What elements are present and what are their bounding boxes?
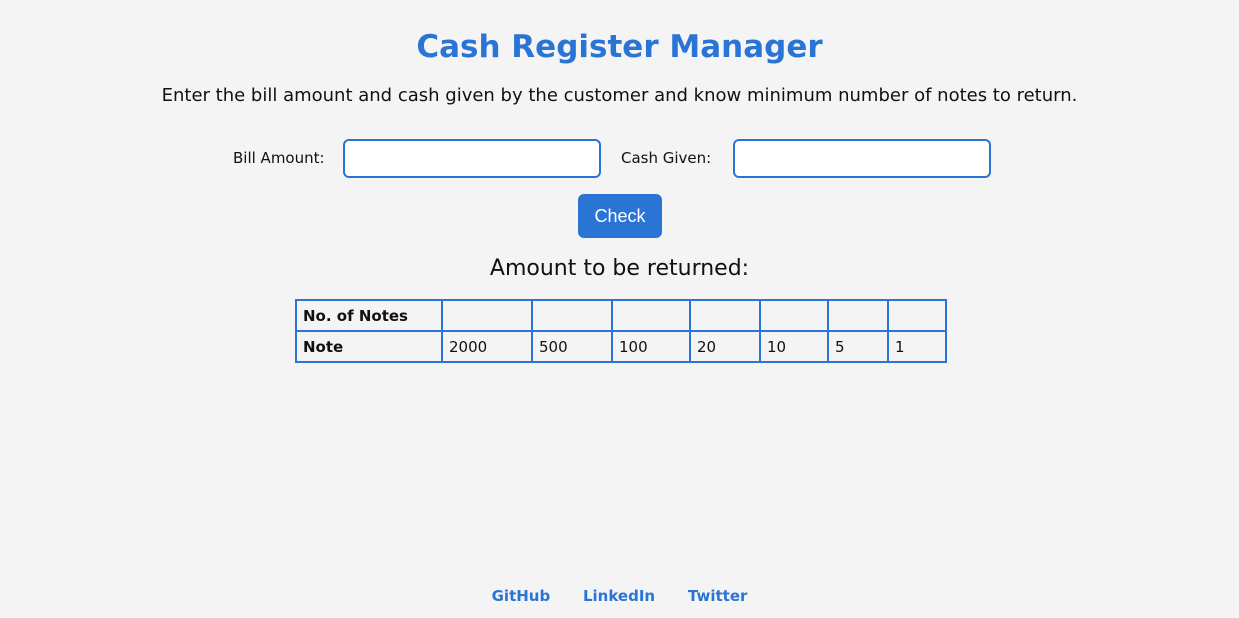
- amount-returned-heading: Amount to be returned:: [489, 256, 750, 281]
- github-link[interactable]: GitHub: [492, 587, 551, 605]
- row-label: Note: [295, 330, 443, 363]
- linkedin-link[interactable]: LinkedIn: [583, 587, 655, 605]
- table-cell: [611, 299, 691, 332]
- table-cell: 1: [887, 330, 947, 363]
- table-cell: [441, 299, 533, 332]
- table-cell: 5: [827, 330, 889, 363]
- cash-given-label: Cash Given:: [621, 149, 712, 167]
- table-cell: [887, 299, 947, 332]
- table-cell: [531, 299, 613, 332]
- table-cell: 20: [689, 330, 761, 363]
- check-button[interactable]: Check: [578, 194, 662, 238]
- cash-given-input[interactable]: [733, 139, 991, 178]
- table-cell: 10: [759, 330, 829, 363]
- table-cell: 100: [611, 330, 691, 363]
- page-title: Cash Register Manager: [416, 29, 823, 65]
- twitter-link[interactable]: Twitter: [688, 587, 748, 605]
- table-row-note: Note 2000 500 100 20 10 5 1: [295, 330, 947, 363]
- notes-table: No. of Notes Note 2000 500 100 20 10 5 1: [295, 299, 947, 363]
- table-cell: 500: [531, 330, 613, 363]
- page-subtitle: Enter the bill amount and cash given by …: [161, 85, 1078, 106]
- table-cell: 2000: [441, 330, 533, 363]
- table-cell: [827, 299, 889, 332]
- table-row-no-of-notes: No. of Notes: [295, 299, 947, 332]
- footer-links: GitHub LinkedIn Twitter: [0, 586, 1239, 606]
- table-cell: [689, 299, 761, 332]
- bill-amount-label: Bill Amount:: [233, 149, 325, 167]
- bill-amount-input[interactable]: [343, 139, 601, 178]
- table-cell: [759, 299, 829, 332]
- row-label: No. of Notes: [295, 299, 443, 332]
